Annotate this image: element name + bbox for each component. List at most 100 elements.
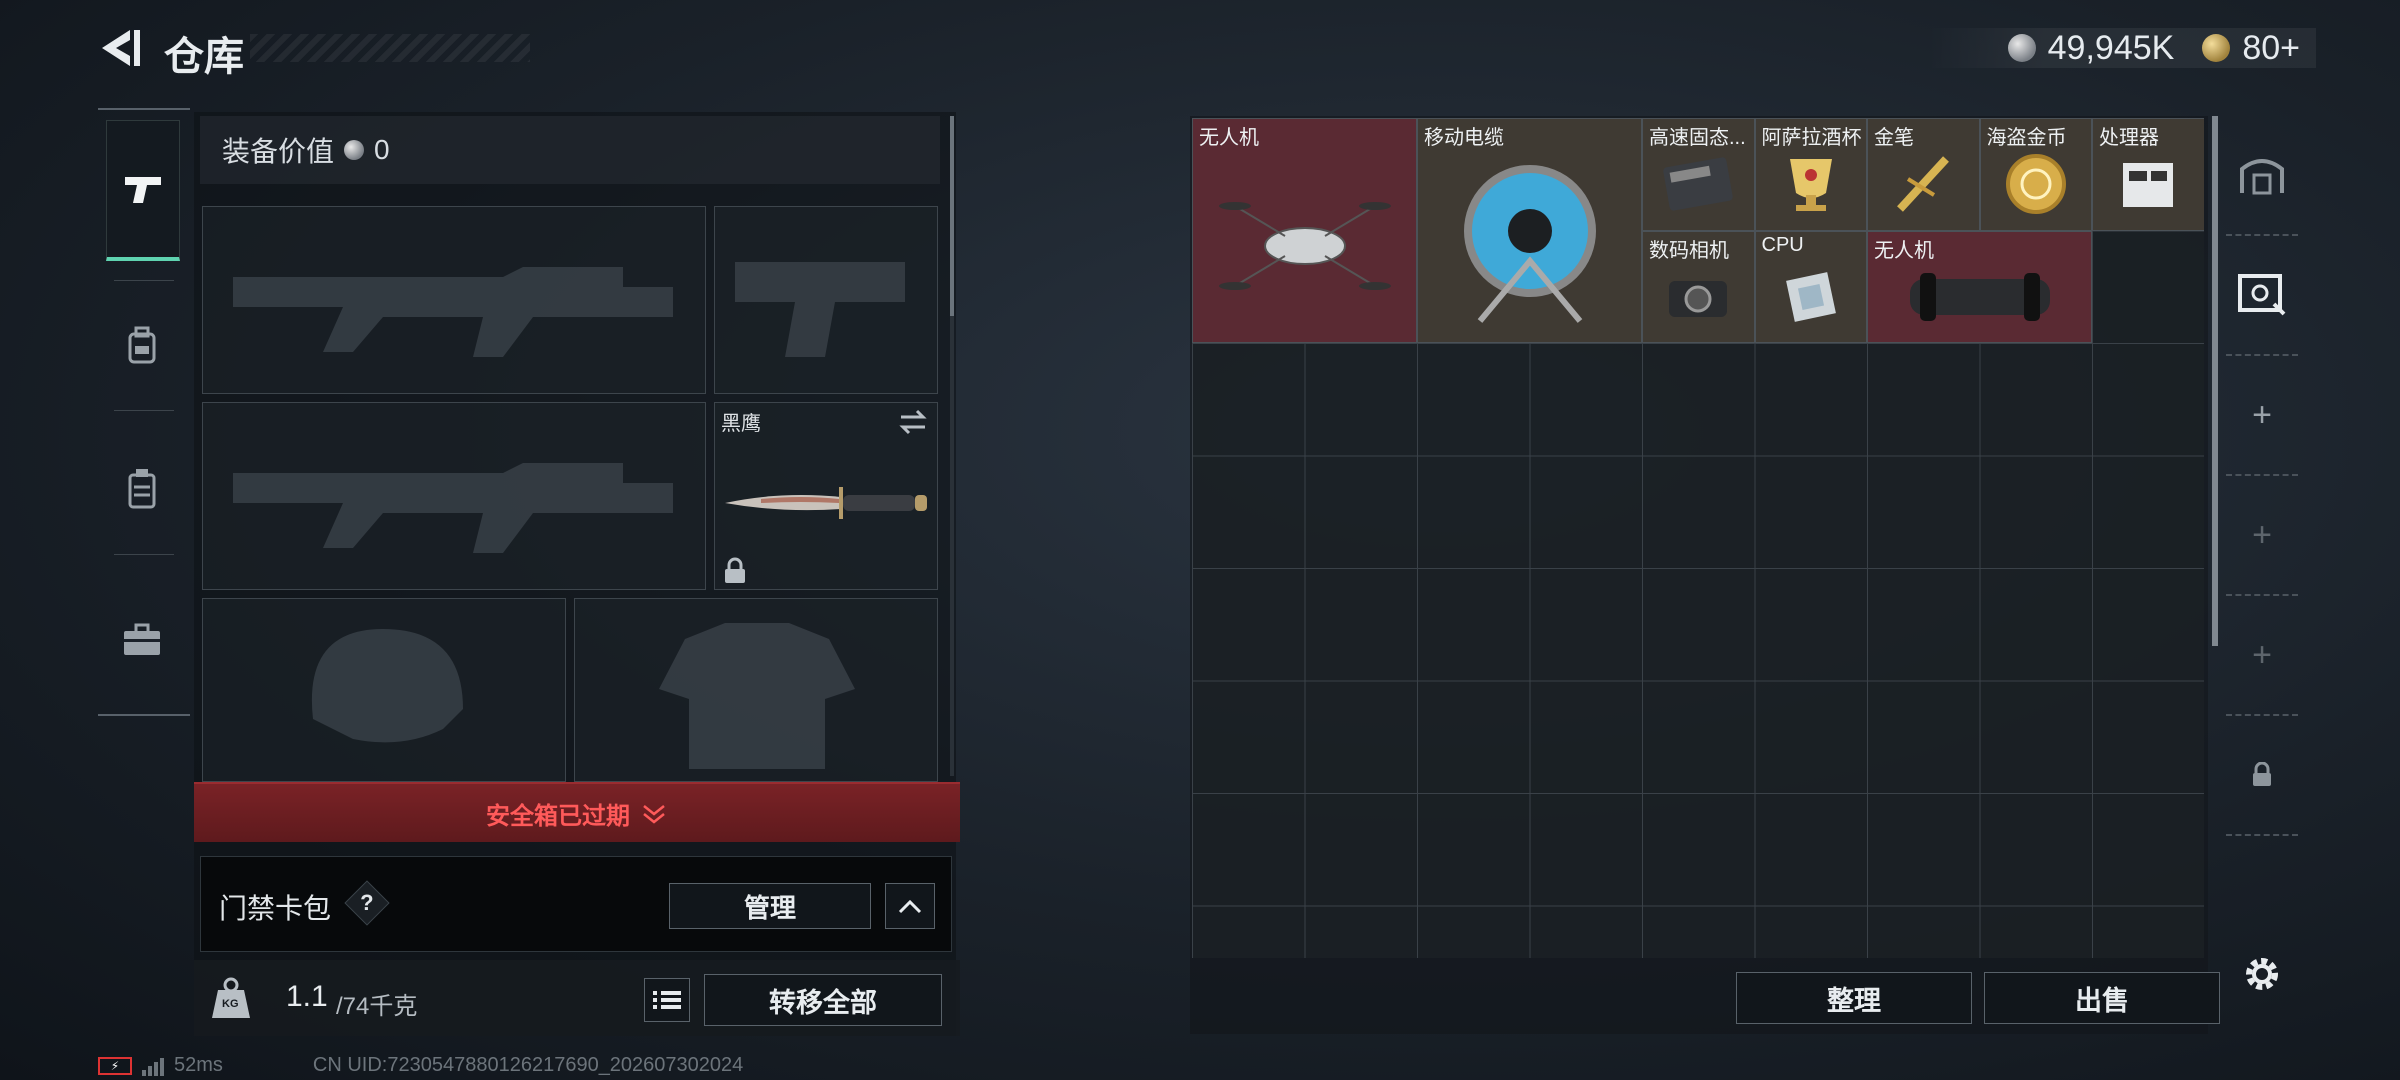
user-uid: CN UID:7230547880126217690_202607302024	[312, 1054, 744, 1076]
chevron-up-icon	[898, 899, 922, 914]
storage-item-ssd[interactable]: 高速固态...	[1642, 118, 1755, 231]
safe-box-status: 安全箱已过期	[486, 802, 630, 830]
drone-2-icon	[1868, 252, 2091, 343]
storage-scrollbar[interactable]	[2212, 116, 2218, 646]
add-storage-tab-2[interactable]: +	[2226, 476, 2298, 596]
gold-coin-icon	[2202, 34, 2231, 62]
battery-icon: ⚡	[98, 1056, 132, 1075]
storage-item-drone-1[interactable]: 无人机	[1192, 118, 1417, 343]
title-decoration	[250, 34, 530, 62]
tab-chest-rig[interactable]	[106, 450, 178, 530]
drone-1-icon	[1193, 139, 1416, 342]
plus-icon: +	[2252, 635, 2272, 674]
vest-icon	[128, 469, 156, 509]
tab-case[interactable]	[106, 600, 178, 680]
storage-item-pirate-coin[interactable]: 海盗金币	[1979, 118, 2092, 231]
safe-box-expired-banner[interactable]: 安全箱已过期	[194, 782, 960, 842]
item-label: 无人机	[1874, 239, 1934, 262]
equipment-value: 0	[374, 134, 390, 165]
storage-item-cup[interactable]: 阿萨拉酒杯	[1754, 118, 1867, 231]
silver-coin-icon	[344, 140, 365, 160]
item-label: CPU	[1761, 233, 1804, 256]
rifle-silhouette-icon	[233, 463, 673, 553]
knife-icon	[725, 487, 927, 519]
equipment-value-header: 装备价值 0	[200, 116, 940, 184]
cable-reel-icon	[1418, 139, 1641, 342]
sell-button[interactable]: 出售	[1984, 972, 2220, 1024]
item-label: 阿萨拉酒杯	[1761, 127, 1862, 149]
melee-name: 黑鹰	[721, 413, 761, 435]
sort-button[interactable]: 整理	[1736, 972, 1972, 1024]
currency-bar: 49,945K 80+	[1927, 28, 2316, 68]
storage-item-cpu[interactable]: CPU	[1754, 230, 1867, 343]
silver-currency-amount: 49,945K	[2047, 28, 2175, 67]
swap-icon[interactable]	[897, 409, 929, 435]
current-weight: 1.1	[286, 980, 328, 1013]
keycard-bag-bar: 门禁卡包 ? 管理	[200, 856, 952, 952]
briefcase-icon	[124, 623, 160, 655]
storage-tab-main[interactable]	[2226, 116, 2298, 236]
gold-currency-amount[interactable]: 80+	[2242, 29, 2300, 68]
transfer-all-button[interactable]: 转移全部	[704, 974, 942, 1026]
camera-icon	[1643, 252, 1754, 343]
pirate-coin-icon	[1981, 139, 2092, 230]
lock-icon	[2253, 762, 2271, 786]
storage-tab-safe[interactable]	[2226, 236, 2298, 356]
primary-weapon-slot[interactable]	[202, 206, 706, 394]
backpack-icon	[128, 326, 156, 364]
weight-icon: KG	[208, 976, 254, 1020]
storage-item-processor[interactable]: 处理器	[2092, 118, 2204, 231]
item-label: 海盗金币	[1986, 127, 2067, 149]
cpu-icon	[1756, 252, 1867, 343]
tab-weapons[interactable]	[106, 120, 180, 261]
plus-icon: +	[2252, 515, 2272, 554]
equipment-scroll-thumb[interactable]	[950, 116, 954, 316]
add-storage-tab-3[interactable]: +	[2226, 596, 2298, 716]
storage-item-camera[interactable]: 数码相机	[1642, 230, 1755, 343]
processor-icon	[2093, 139, 2204, 230]
category-tabs	[98, 108, 190, 716]
status-footer: ⚡ 52ms CN UID:7230547880126217690_202607…	[98, 1054, 743, 1077]
page-title: 仓库	[164, 35, 244, 79]
back-arrow-icon	[102, 30, 140, 66]
list-view-button[interactable]	[644, 978, 690, 1022]
secondary-weapon-slot[interactable]	[202, 402, 706, 590]
ping-value: 52ms	[174, 1054, 223, 1076]
storage-tabs: + + +	[2226, 116, 2298, 1036]
item-label: 移动电缆	[1424, 127, 1504, 149]
pistol-slot[interactable]	[714, 206, 938, 394]
item-label: 数码相机	[1649, 239, 1729, 262]
storage-grid[interactable]: 无人机 移动电缆 高速固态... 阿萨拉酒杯 金笔 海盗金币 处理器数码相机 CPU 无人机	[1192, 118, 2204, 958]
item-label: 无人机	[1199, 127, 1259, 149]
weight-capacity: /74千克	[336, 993, 418, 1020]
melee-slot[interactable]: 黑鹰	[714, 402, 938, 590]
item-label: 高速固态...	[1649, 127, 1746, 149]
gold-pen-icon	[1868, 139, 1979, 230]
pistol-icon	[125, 177, 161, 203]
equipment-value-label: 装备价值	[222, 136, 335, 167]
keycard-label: 门禁卡包	[219, 893, 332, 924]
ssd-icon	[1643, 139, 1754, 230]
back-button[interactable]	[96, 26, 144, 70]
help-icon[interactable]: ?	[344, 880, 390, 926]
storage-item-drone-2[interactable]: 无人机	[1867, 230, 2092, 343]
silver-coin-icon	[2007, 34, 2036, 62]
tab-armor[interactable]	[106, 310, 178, 382]
helmet-silhouette-icon	[311, 629, 463, 743]
plus-icon: +	[2252, 395, 2272, 434]
manage-button[interactable]: 管理	[669, 883, 871, 929]
item-label: 处理器	[2099, 127, 2159, 149]
lock-icon	[725, 557, 745, 583]
helmet-slot[interactable]	[202, 598, 566, 782]
storage-item-cable-reel[interactable]: 移动电缆	[1417, 118, 1642, 343]
locked-storage-tab[interactable]	[2226, 716, 2298, 836]
settings-button[interactable]	[2240, 952, 2284, 996]
warehouse-icon	[2240, 159, 2284, 195]
signal-icon	[142, 1056, 164, 1076]
list-icon	[653, 991, 681, 1009]
safe-settings-icon	[2238, 274, 2286, 316]
add-storage-tab-1[interactable]: +	[2226, 356, 2298, 476]
expand-button[interactable]	[885, 883, 935, 929]
storage-item-gold-pen[interactable]: 金笔	[1867, 118, 1980, 231]
armor-slot[interactable]	[574, 598, 938, 782]
